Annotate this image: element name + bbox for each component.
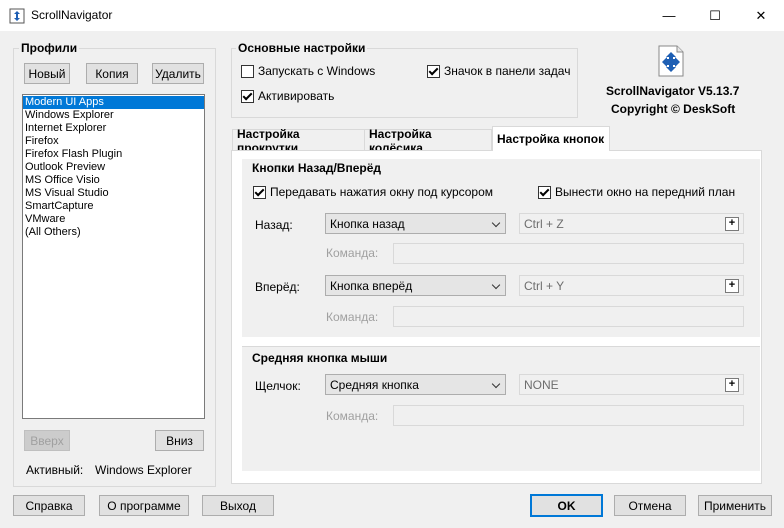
plus-icon[interactable]: +: [725, 378, 739, 392]
help-button[interactable]: Справка: [13, 495, 85, 516]
move-up-button[interactable]: Вверх: [24, 430, 70, 451]
checkbox-box: [427, 64, 440, 78]
list-item[interactable]: SmartCapture: [23, 200, 204, 213]
back-action-select[interactable]: Кнопка назад: [325, 213, 506, 234]
back-label: Назад:: [255, 218, 293, 232]
start-with-windows-checkbox[interactable]: Запускать с Windows: [241, 64, 375, 78]
chevron-down-icon: [491, 379, 501, 389]
click-shortcut-field[interactable]: NONE +: [519, 374, 744, 395]
click-command-input[interactable]: [393, 405, 744, 426]
forward-command-input[interactable]: [393, 306, 744, 327]
window-title: ScrollNavigator: [31, 8, 113, 22]
list-item[interactable]: Windows Explorer: [23, 109, 204, 122]
bring-to-front-checkbox[interactable]: Вынести окно на передний план: [538, 185, 735, 199]
main-settings-group: [231, 48, 578, 118]
minimize-icon: —: [662, 8, 676, 23]
active-profile-value: Windows Explorer: [95, 463, 192, 477]
plus-icon[interactable]: +: [725, 279, 739, 293]
list-item[interactable]: Internet Explorer: [23, 122, 204, 135]
activate-checkbox[interactable]: Активировать: [241, 89, 334, 103]
forward-shortcut-field[interactable]: Ctrl + Y +: [519, 275, 744, 296]
list-item[interactable]: MS Office Visio: [23, 174, 204, 187]
list-item[interactable]: (All Others): [23, 226, 204, 239]
chevron-down-icon: [491, 280, 501, 290]
move-down-button[interactable]: Вниз: [155, 430, 204, 451]
title-bar: ScrollNavigator — ☐ ✕: [0, 0, 784, 31]
maximize-icon: ☐: [709, 7, 721, 23]
checkbox-box: [253, 185, 266, 199]
app-icon: [9, 8, 25, 24]
close-button[interactable]: ✕: [738, 0, 784, 31]
back-forward-label: Кнопки Назад/Вперёд: [252, 161, 381, 175]
tab-button-settings[interactable]: Настройка кнопок: [492, 126, 610, 151]
close-icon: ✕: [755, 7, 767, 23]
main-window: ScrollNavigator — ☐ ✕ Профили Новый Копи…: [0, 0, 784, 528]
checkbox-box: [241, 89, 254, 103]
back-command-input[interactable]: [393, 243, 744, 264]
checkbox-box: [538, 185, 551, 199]
delete-profile-button[interactable]: Удалить: [152, 63, 204, 84]
exit-button[interactable]: Выход: [202, 495, 274, 516]
click-action-select[interactable]: Средняя кнопка: [325, 374, 506, 395]
tab-wheel-settings[interactable]: Настройка колёсика: [364, 127, 492, 155]
pass-to-window-checkbox[interactable]: Передавать нажатия окну под курсором: [253, 185, 493, 199]
back-shortcut-field[interactable]: Ctrl + Z +: [519, 213, 744, 234]
minimize-button[interactable]: —: [646, 0, 692, 31]
list-item[interactable]: Firefox Flash Plugin: [23, 148, 204, 161]
maximize-button[interactable]: ☐: [692, 0, 738, 31]
forward-label: Вперёд:: [255, 280, 300, 294]
copy-profile-button[interactable]: Копия: [86, 63, 138, 84]
middle-button-label: Средняя кнопка мыши: [252, 351, 388, 365]
list-item[interactable]: MS Visual Studio: [23, 187, 204, 200]
about-button[interactable]: О программе: [99, 495, 189, 516]
active-profile-label: Активный:: [26, 463, 84, 477]
scrollnavigator-logo-icon: [658, 45, 684, 77]
list-item[interactable]: VMware: [23, 213, 204, 226]
copyright-text: Copyright © DeskSoft: [611, 102, 736, 116]
apply-button[interactable]: Применить: [698, 495, 772, 516]
chevron-down-icon: [491, 218, 501, 228]
forward-action-select[interactable]: Кнопка вперёд: [325, 275, 506, 296]
list-item[interactable]: Firefox: [23, 135, 204, 148]
profiles-label: Профили: [19, 41, 80, 55]
ok-button[interactable]: OK: [530, 494, 603, 517]
checkbox-box: [241, 64, 254, 78]
list-item[interactable]: Modern UI Apps: [23, 96, 204, 109]
plus-icon[interactable]: +: [725, 217, 739, 231]
back-command-label: Команда:: [326, 246, 379, 260]
tab-scroll-settings[interactable]: Настройка прокрутки: [232, 127, 365, 155]
click-command-label: Команда:: [326, 409, 379, 423]
tray-icon-checkbox[interactable]: Значок в панели задач: [427, 64, 570, 78]
main-settings-label: Основные настройки: [236, 41, 368, 55]
forward-command-label: Команда:: [326, 310, 379, 324]
cancel-button[interactable]: Отмена: [614, 495, 686, 516]
click-label: Щелчок:: [255, 379, 301, 393]
version-text: ScrollNavigator V5.13.7: [606, 84, 740, 98]
list-item[interactable]: Outlook Preview: [23, 161, 204, 174]
new-profile-button[interactable]: Новый: [24, 63, 70, 84]
profiles-list[interactable]: Modern UI Apps Windows Explorer Internet…: [22, 94, 205, 419]
